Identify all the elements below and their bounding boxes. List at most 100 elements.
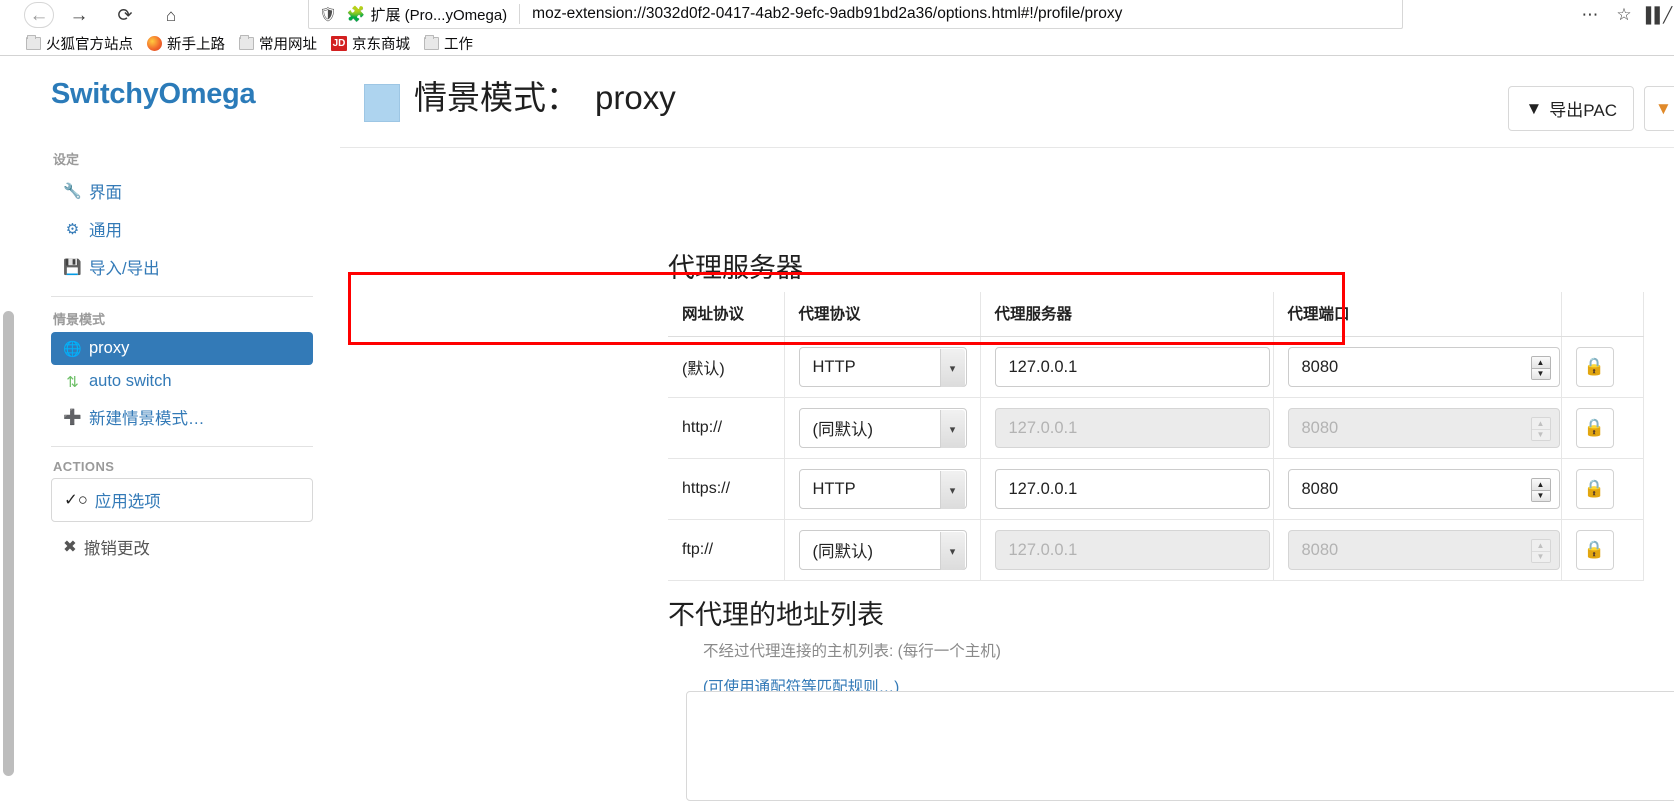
cell-lock: 🔒 bbox=[1561, 397, 1644, 459]
export-pac-button[interactable]: ▼ 导出PAC bbox=[1508, 86, 1634, 131]
stepper-down-icon[interactable]: ▼ bbox=[1531, 368, 1550, 379]
port-stepper[interactable]: ▲ ▼ bbox=[1530, 356, 1551, 380]
server-input[interactable]: 127.0.0.1 bbox=[994, 347, 1270, 387]
page-scrollbar[interactable] bbox=[0, 56, 17, 798]
table-head: 网址协议 代理协议 代理服务器 代理端口 bbox=[668, 292, 1644, 337]
url-text[interactable]: moz-extension://3032d0f2-0417-4ab2-9efc-… bbox=[532, 5, 1402, 23]
table-header-row: 网址协议 代理协议 代理服务器 代理端口 bbox=[668, 292, 1644, 337]
cell-server: 127.0.0.1 bbox=[980, 336, 1274, 398]
stepper-up-icon[interactable]: ▲ bbox=[1531, 357, 1550, 369]
protocol-select-value: HTTP bbox=[812, 479, 856, 498]
server-input-value: 127.0.0.1 bbox=[1008, 357, 1078, 376]
profile-color-swatch[interactable] bbox=[364, 84, 400, 122]
lock-icon: 🔒 bbox=[1583, 479, 1606, 498]
scheme-label: ftp:// bbox=[682, 541, 714, 558]
cell-port: 8080 ▲ ▼ bbox=[1273, 397, 1562, 459]
server-input[interactable]: 127.0.0.1 bbox=[994, 469, 1270, 509]
bypass-list-heading: 不代理的地址列表 bbox=[668, 600, 884, 630]
server-input[interactable]: 127.0.0.1 bbox=[994, 530, 1270, 570]
extension-chip-label: 扩展 (Pro...yOmega) bbox=[370, 6, 508, 24]
revert-changes-button[interactable]: ✖ 撤销更改 bbox=[51, 528, 328, 566]
bookmark-item[interactable]: 新手上路 bbox=[141, 31, 233, 56]
proxy-servers-table: 网址协议 代理协议 代理服务器 代理端口 (默认) HTTP ▾ 127.0.0… bbox=[668, 292, 1644, 581]
sidebar-settings-list: 🔧 界面 ⚙ 通用 💾 导入/导出 bbox=[51, 172, 313, 286]
sidebar: SwitchyOmega 设定 🔧 界面 ⚙ 通用 💾 导入/导出 情景模式 🌐… bbox=[17, 56, 328, 798]
bookmarks-bar: 火狐官方站点 新手上路 常用网址 JD 京东商城 工作 bbox=[0, 30, 1674, 56]
url-bar[interactable]: 🛡 🧩 扩展 (Pro...yOmega) moz-extension://30… bbox=[308, 0, 1403, 29]
port-input[interactable]: 8080 ▲ ▼ bbox=[1287, 530, 1560, 570]
protocol-select-value: HTTP bbox=[812, 357, 856, 376]
reload-icon[interactable]: ⟳ bbox=[108, 1, 142, 29]
bookmark-label: 火狐官方站点 bbox=[46, 36, 133, 53]
scheme-label: https:// bbox=[682, 480, 731, 497]
port-input[interactable]: 8080 ▲ ▼ bbox=[1287, 469, 1560, 509]
bookmark-item[interactable]: 工作 bbox=[418, 31, 481, 56]
chrome-right-controls: ⋯ ☆ ▌▌╱ bbox=[1574, 0, 1674, 30]
switch-icon: ⇅ bbox=[66, 373, 79, 391]
page-scrollbar-thumb[interactable] bbox=[3, 311, 14, 776]
bookmark-item[interactable]: 火狐官方站点 bbox=[20, 31, 141, 56]
cell-port: 8080 ▲ ▼ bbox=[1273, 458, 1562, 520]
cell-scheme: ftp:// bbox=[668, 519, 785, 581]
protocol-select[interactable]: HTTP ▾ bbox=[798, 347, 967, 387]
cell-server: 127.0.0.1 bbox=[980, 458, 1274, 520]
library-icon[interactable]: ▌▌╱ bbox=[1642, 1, 1674, 29]
stepper-down-icon[interactable]: ▼ bbox=[1531, 551, 1550, 562]
bookmark-item[interactable]: JD 京东商城 bbox=[325, 31, 418, 56]
home-icon[interactable]: ⌂ bbox=[154, 1, 188, 29]
star-icon[interactable]: ☆ bbox=[1608, 1, 1640, 29]
sidebar-item-label: 通用 bbox=[89, 222, 122, 240]
extension-chip[interactable]: 🧩 扩展 (Pro...yOmega) bbox=[347, 4, 507, 25]
protocol-select[interactable]: HTTP ▾ bbox=[798, 469, 967, 509]
lock-button[interactable]: 🔒 bbox=[1575, 469, 1614, 509]
port-stepper[interactable]: ▲ ▼ bbox=[1530, 478, 1551, 502]
stepper-down-icon[interactable]: ▼ bbox=[1531, 490, 1550, 501]
table-row: http:// (同默认) ▾ 127.0.0.1 8080 ▲ ▼ 🔒 bbox=[668, 397, 1644, 459]
port-stepper[interactable]: ▲ ▼ bbox=[1530, 539, 1551, 563]
forward-icon[interactable]: → bbox=[62, 1, 96, 29]
port-input[interactable]: 8080 ▲ ▼ bbox=[1287, 347, 1560, 387]
main-content: 情景模式： proxy ▼ 导出PAC ▼ 代理服务器 网址协议 代理协议 代理… bbox=[328, 56, 1674, 801]
proxy-servers-table-wrap: 网址协议 代理协议 代理服务器 代理端口 (默认) HTTP ▾ 127.0.0… bbox=[668, 292, 1644, 581]
download-circle-icon: ▼ bbox=[1655, 98, 1672, 118]
lock-button[interactable]: 🔒 bbox=[1575, 408, 1614, 448]
sidebar-item-interface[interactable]: 🔧 界面 bbox=[51, 172, 313, 210]
port-input[interactable]: 8080 ▲ ▼ bbox=[1287, 408, 1560, 448]
sidebar-item-proxy[interactable]: 🌐 proxy bbox=[51, 332, 313, 365]
sidebar-item-auto-switch[interactable]: ⇅ auto switch bbox=[51, 365, 313, 398]
stepper-up-icon[interactable]: ▲ bbox=[1531, 540, 1550, 552]
bookmark-label: 工作 bbox=[444, 36, 473, 53]
stepper-down-icon[interactable]: ▼ bbox=[1531, 429, 1550, 440]
server-input[interactable]: 127.0.0.1 bbox=[994, 408, 1270, 448]
protocol-select[interactable]: (同默认) ▾ bbox=[798, 530, 967, 570]
stepper-up-icon[interactable]: ▲ bbox=[1531, 479, 1550, 491]
back-icon[interactable]: ← bbox=[24, 2, 54, 28]
lock-button[interactable]: 🔒 bbox=[1575, 347, 1614, 387]
sidebar-item-import-export[interactable]: 💾 导入/导出 bbox=[51, 248, 313, 286]
shield-icon[interactable]: 🛡 bbox=[319, 6, 337, 23]
cell-lock: 🔒 bbox=[1561, 519, 1644, 581]
chevron-down-icon: ▾ bbox=[939, 349, 965, 387]
bypass-list-textarea[interactable] bbox=[686, 691, 1674, 801]
bookmark-label: 京东商城 bbox=[352, 36, 410, 53]
stepper-up-icon[interactable]: ▲ bbox=[1531, 418, 1550, 430]
gear-icon: ⚙ bbox=[65, 221, 80, 238]
port-stepper[interactable]: ▲ ▼ bbox=[1530, 417, 1551, 441]
lock-button[interactable]: 🔒 bbox=[1575, 530, 1614, 570]
export-pac-label: 导出PAC bbox=[1549, 101, 1617, 120]
sidebar-item-label: 新建情景模式… bbox=[89, 410, 205, 428]
bookmark-item[interactable]: 常用网址 bbox=[233, 31, 325, 56]
protocol-select-value: (同默认) bbox=[812, 421, 874, 439]
column-header-scheme: 网址协议 bbox=[668, 292, 785, 337]
server-input-value: 127.0.0.1 bbox=[1008, 418, 1078, 437]
server-input-value: 127.0.0.1 bbox=[1008, 479, 1078, 498]
apply-options-button[interactable]: ✓○ 应用选项 bbox=[51, 478, 313, 522]
protocol-select[interactable]: (同默认) ▾ bbox=[798, 408, 967, 448]
bookmark-label: 常用网址 bbox=[259, 36, 317, 53]
sidebar-item-new-profile[interactable]: ➕ 新建情景模式… bbox=[51, 398, 313, 436]
ellipsis-icon[interactable]: ⋯ bbox=[1574, 1, 1606, 29]
secondary-export-button[interactable]: ▼ bbox=[1644, 86, 1674, 131]
sidebar-item-general[interactable]: ⚙ 通用 bbox=[51, 210, 313, 248]
folder-icon bbox=[424, 34, 439, 50]
server-input-value: 127.0.0.1 bbox=[1008, 540, 1078, 559]
